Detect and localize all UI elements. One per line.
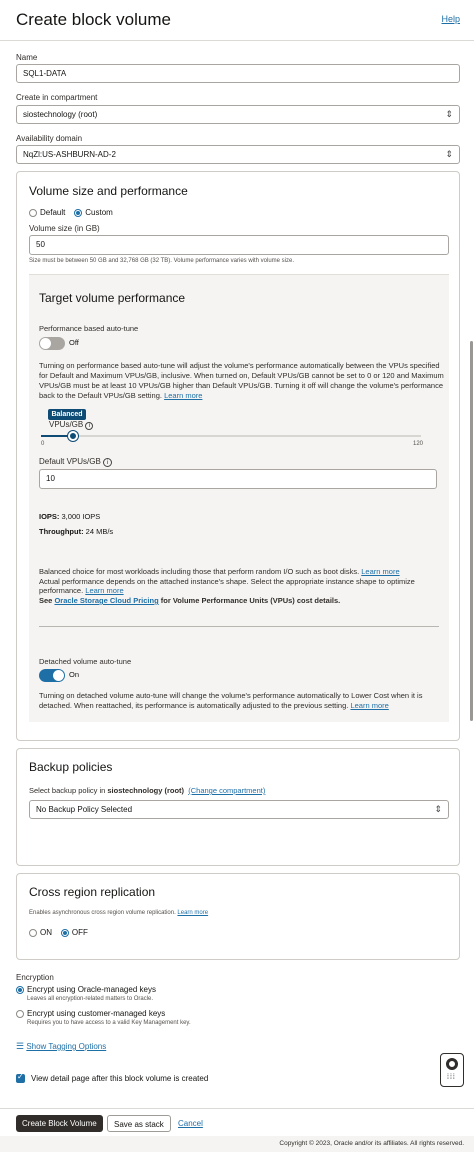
ad-value: NqZl:US-ASHBURN-AD-2: [23, 150, 116, 159]
cancel-link[interactable]: Cancel: [178, 1119, 203, 1128]
pricing-link[interactable]: Oracle Storage Cloud Pricing: [54, 596, 158, 605]
backup-title: Backup policies: [29, 760, 113, 774]
target-title: Target volume performance: [39, 291, 186, 305]
page-title: Create block volume: [16, 10, 171, 29]
encrypt-customer-radio[interactable]: Encrypt using customer-managed keys: [16, 1009, 165, 1018]
backup-select-label: Select backup policy in siostechnology (…: [29, 786, 266, 795]
encryption-label: Encryption: [16, 973, 54, 982]
custom-radio[interactable]: Custom: [74, 208, 113, 217]
slider-max: 120: [413, 441, 424, 447]
default-vpus-input[interactable]: 10: [39, 469, 437, 489]
backup-policy-value: No Backup Policy Selected: [36, 805, 133, 814]
header: Create block volume Help: [0, 0, 474, 41]
slider-tooltip: Balanced: [48, 409, 86, 420]
view-detail-checkbox[interactable]: [16, 1072, 25, 1083]
encrypt-customer-desc: Requires you to have access to a valid K…: [27, 1020, 191, 1026]
chevron-updown-icon: ⇕: [445, 149, 453, 159]
compartment-select[interactable]: siostechnology (root) ⇕: [16, 105, 460, 124]
learn-more-link[interactable]: Learn more: [85, 586, 123, 595]
chevron-updown-icon: ⇕: [434, 804, 442, 814]
slider-handle[interactable]: [67, 431, 78, 441]
slider-label: VPUs/GB i: [49, 420, 94, 430]
default-radio[interactable]: Default: [29, 208, 65, 217]
volume-title: Volume size and performance: [29, 184, 188, 198]
detached-desc: Turning on detached volume auto-tune wil…: [39, 691, 423, 710]
volume-panel: Volume size and performance Default Cust…: [16, 171, 460, 741]
learn-more-link[interactable]: Learn more: [361, 567, 399, 576]
replication-radio-group: ON OFF: [29, 928, 88, 937]
backup-panel: Backup policies Select backup policy in …: [16, 748, 460, 866]
detached-label: Detached volume auto-tune: [39, 657, 132, 666]
tagging-toggle[interactable]: ☰ Show Tagging Options: [16, 1041, 106, 1052]
create-button[interactable]: Create Block Volume: [16, 1115, 103, 1132]
replication-off-radio[interactable]: OFF: [60, 928, 88, 937]
replication-panel: Cross region replication Enables asynchr…: [16, 873, 460, 960]
slider-min: 0: [41, 441, 45, 447]
vpus-slider[interactable]: [41, 431, 421, 441]
scrollbar[interactable]: [470, 341, 473, 721]
ad-label: Availability domain: [16, 134, 83, 143]
compartment-value: siostechnology (root): [23, 110, 98, 119]
info-icon[interactable]: i: [85, 422, 94, 430]
compartment-label: Create in compartment: [16, 93, 98, 102]
detached-state: On: [69, 670, 80, 679]
iops-readout: IOPS: 3,000 IOPS: [39, 512, 101, 521]
save-stack-button[interactable]: Save as stack: [107, 1115, 171, 1132]
help-link[interactable]: Help: [441, 14, 460, 24]
encrypt-oracle-radio[interactable]: Encrypt using Oracle-managed keys: [16, 985, 156, 994]
autotune-toggle[interactable]: [39, 337, 65, 350]
default-vpus-label: Default VPUs/GB i: [39, 457, 113, 467]
size-help: Size must be between 50 GB and 32,768 GB…: [29, 258, 295, 264]
backup-policy-select[interactable]: No Backup Policy Selected ⇕: [29, 800, 449, 819]
actual-perf-desc: Actual performance depends on the attach…: [39, 577, 415, 595]
replication-on-radio[interactable]: ON: [29, 928, 52, 937]
size-mode-radio-group: Default Custom: [29, 208, 113, 217]
pricing-note: See Oracle Storage Cloud Pricing for Vol…: [39, 596, 341, 605]
autotune-state: Off: [69, 338, 79, 347]
change-compartment-link[interactable]: (Change compartment): [188, 786, 265, 795]
chevron-updown-icon: ⇕: [445, 109, 453, 119]
ad-select[interactable]: NqZl:US-ASHBURN-AD-2 ⇕: [16, 145, 460, 164]
learn-more-link[interactable]: Learn more: [177, 910, 208, 916]
footer-actions: Create Block Volume Save as stack Cancel: [0, 1108, 474, 1136]
name-input[interactable]: SQL1-DATA: [16, 64, 460, 83]
throughput-readout: Throughput: 24 MB/s: [39, 527, 114, 536]
info-icon[interactable]: i: [103, 458, 113, 467]
lifebuoy-icon: [446, 1058, 458, 1070]
copyright: Copyright © 2023, Oracle and/or its affi…: [279, 1140, 464, 1147]
sliders-icon: ☰: [16, 1041, 25, 1051]
size-input[interactable]: 50: [29, 235, 449, 255]
size-label: Volume size (in GB): [29, 224, 100, 233]
autotune-desc: Turning on performance based auto-tune w…: [39, 361, 444, 400]
grid-icon: ⁞⁞⁞: [447, 1074, 456, 1081]
name-label: Name: [16, 53, 38, 62]
encrypt-oracle-desc: Leaves all encryption-related matters to…: [27, 996, 154, 1002]
learn-more-link[interactable]: Learn more: [164, 391, 202, 400]
target-performance-panel: Target volume performance Performance ba…: [29, 274, 449, 722]
balanced-desc: Balanced choice for most workloads inclu…: [39, 567, 400, 576]
show-tagging-link[interactable]: Show Tagging Options: [26, 1042, 106, 1051]
help-widget[interactable]: ⁞⁞⁞: [440, 1053, 464, 1087]
autotune-label: Performance based auto-tune: [39, 324, 139, 333]
learn-more-link[interactable]: Learn more: [350, 701, 388, 710]
detached-toggle[interactable]: [39, 669, 65, 682]
replication-desc: Enables asynchronous cross region volume…: [29, 910, 209, 916]
divider: [39, 626, 439, 627]
view-detail-label: View detail page after this block volume…: [31, 1074, 209, 1083]
replication-title: Cross region replication: [29, 885, 156, 899]
